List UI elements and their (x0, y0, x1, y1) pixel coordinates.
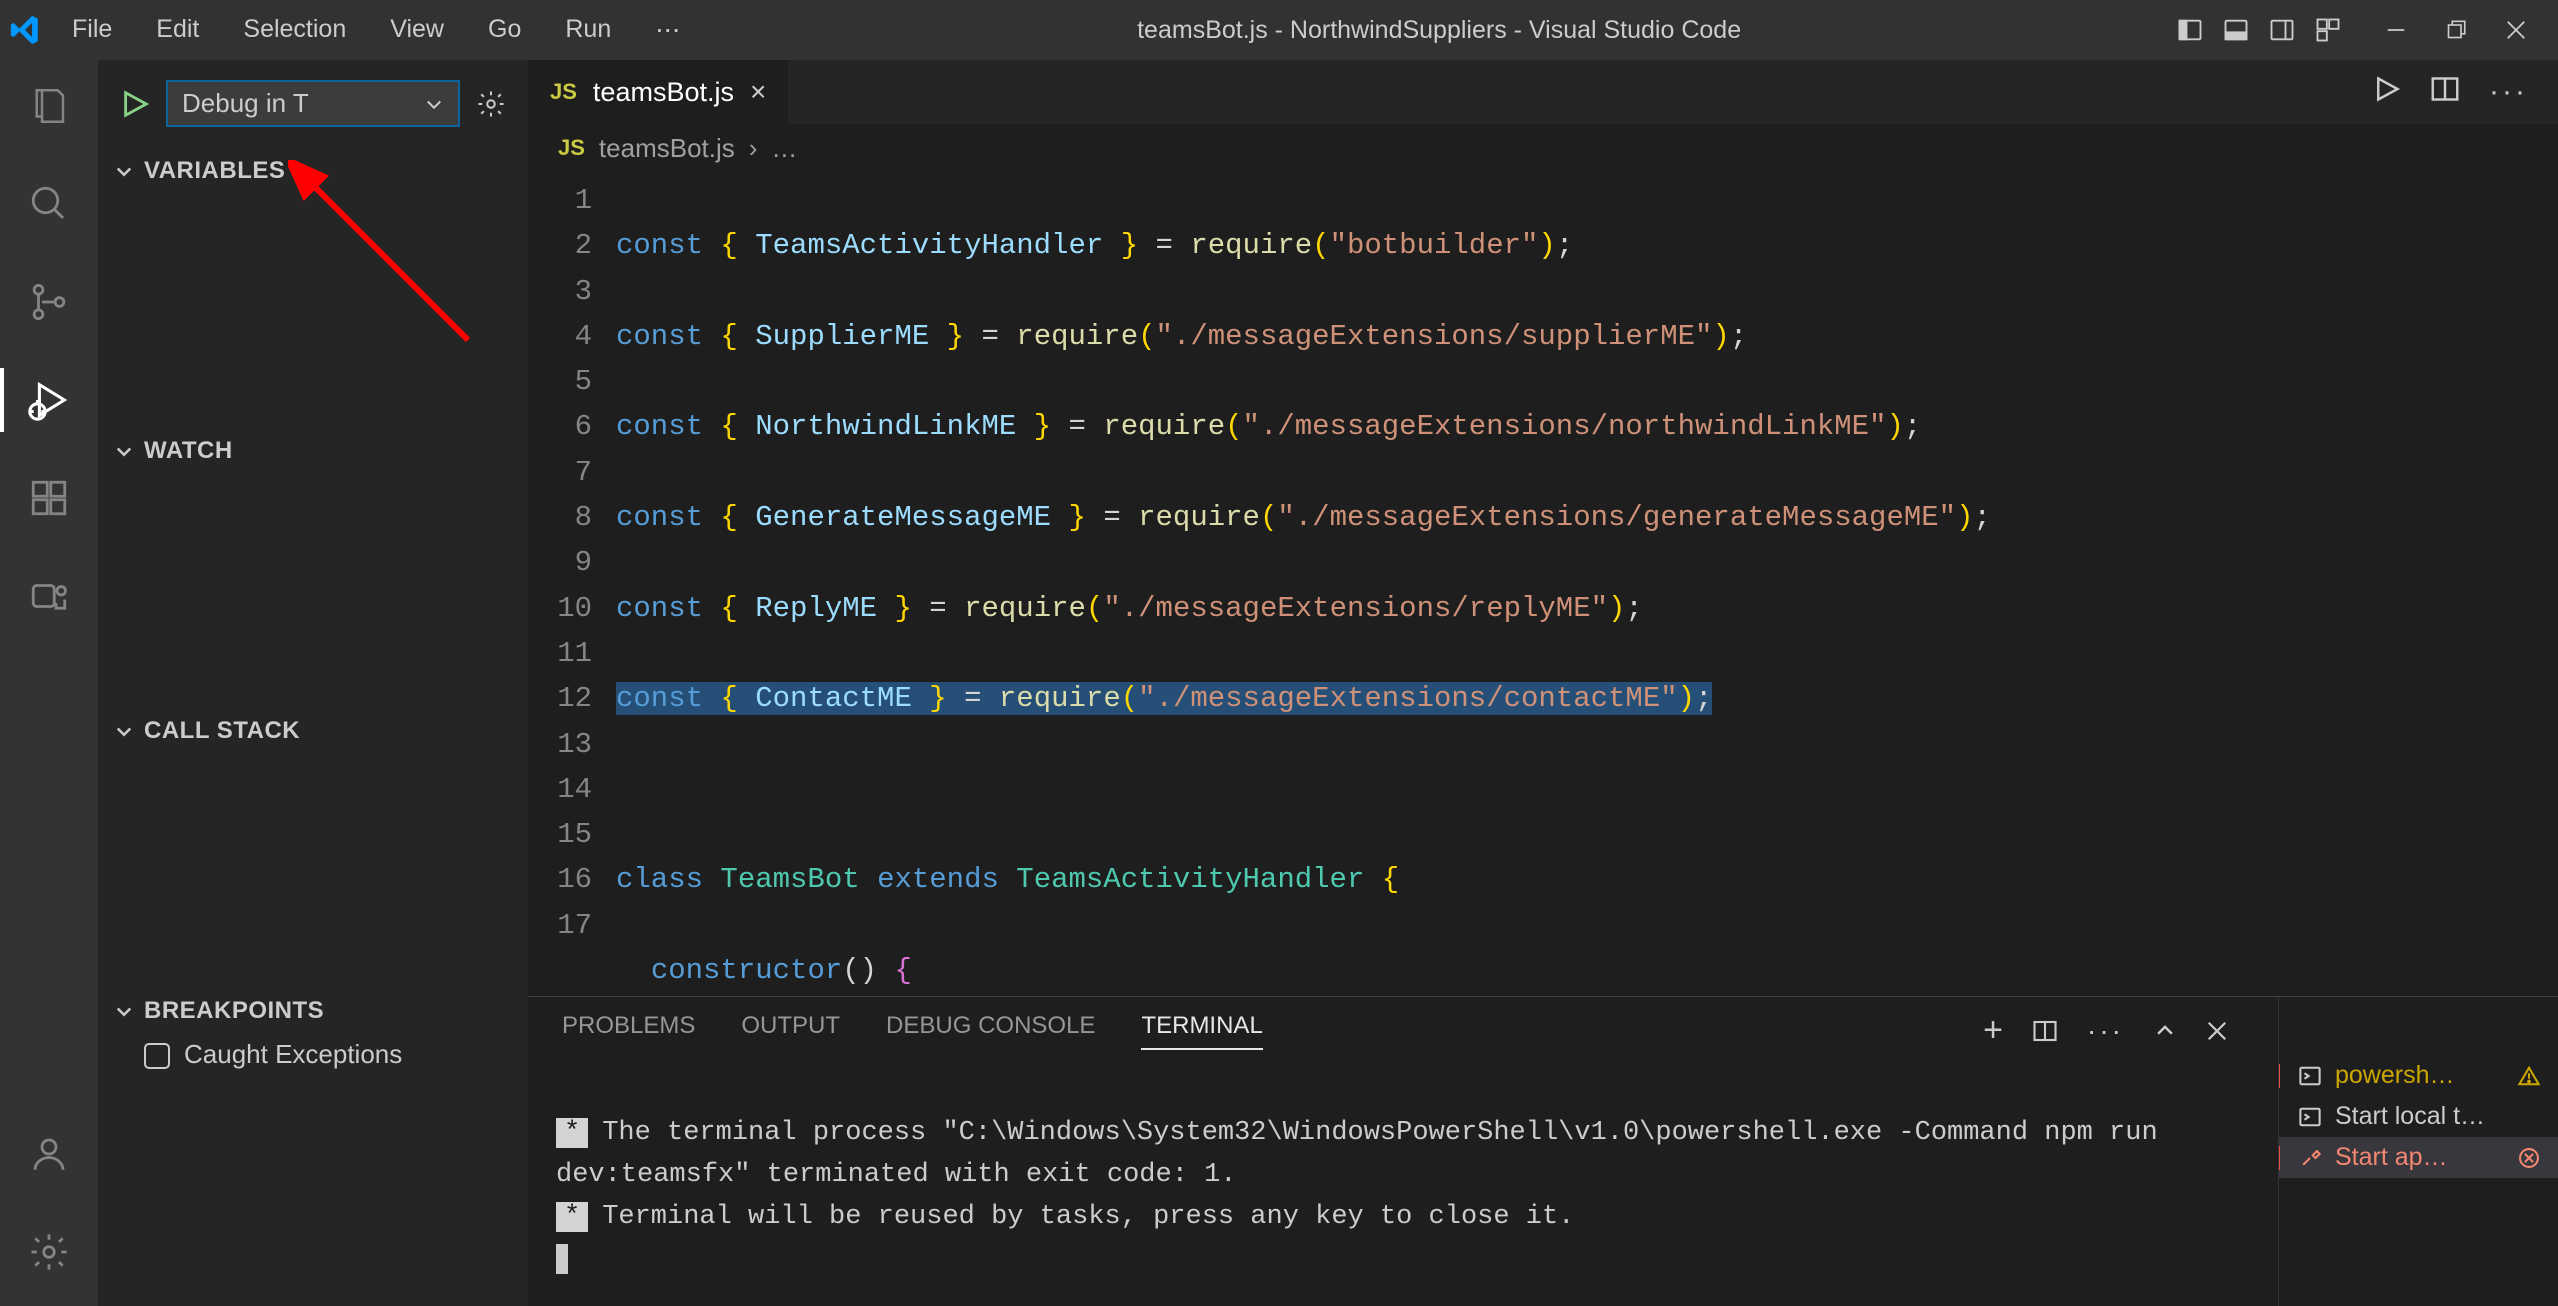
breadcrumb-file: teamsBot.js (599, 133, 735, 164)
layout-bottom-icon[interactable] (2222, 16, 2250, 44)
error-indicator-icon (2279, 1146, 2280, 1170)
accounts-icon[interactable] (25, 1130, 73, 1178)
panel-tab-terminal[interactable]: TERMINAL (1141, 1012, 1262, 1050)
activity-bar (0, 60, 98, 1306)
section-watch-label: WATCH (144, 437, 233, 465)
new-terminal-icon[interactable]: + (1983, 1011, 2003, 1050)
chevron-right-icon: › (749, 133, 758, 164)
section-breakpoints[interactable]: BREAKPOINTS Caught Exceptions (98, 987, 528, 1082)
section-variables[interactable]: VARIABLES (98, 147, 528, 195)
terminal-item-label: Start local t… (2335, 1102, 2485, 1131)
breadcrumb[interactable]: JS teamsBot.js › … (528, 124, 2558, 172)
debug-sidebar: Debug in T VARIABLES (98, 60, 528, 1306)
section-breakpoints-label: BREAKPOINTS (144, 997, 324, 1025)
terminal-item-label: powersh… (2335, 1061, 2455, 1090)
panel-tabs: PROBLEMS OUTPUT DEBUG CONSOLE TERMINAL +… (528, 997, 2278, 1050)
tab-label: teamsBot.js (593, 77, 734, 108)
menu-file[interactable]: File (50, 9, 134, 51)
panel-close-icon[interactable] (2206, 1020, 2228, 1042)
code-editor[interactable]: 1234567891011121314151617 const { TeamsA… (528, 172, 2558, 996)
terminal-item-label: Start ap… (2335, 1143, 2448, 1172)
extensions-icon[interactable] (25, 474, 73, 522)
menu-bar: File Edit Selection View Go Run ⋯ (50, 9, 702, 51)
panel-tab-output[interactable]: OUTPUT (741, 1012, 840, 1050)
layout-left-icon[interactable] (2176, 16, 2204, 44)
js-file-icon: JS (550, 79, 577, 105)
terminal-line-2: Terminal will be reused by tasks, press … (602, 1202, 1574, 1232)
terminal-more-icon[interactable]: ··· (2087, 1015, 2124, 1047)
chevron-down-icon (114, 1001, 134, 1021)
bottom-panel: PROBLEMS OUTPUT DEBUG CONSOLE TERMINAL +… (528, 996, 2558, 1306)
breadcrumb-trail: … (771, 133, 797, 164)
terminal-item-powershell[interactable]: powersh… (2279, 1055, 2558, 1096)
menu-selection[interactable]: Selection (221, 9, 368, 51)
section-callstack[interactable]: CALL STACK (98, 707, 528, 755)
editor-more-icon[interactable]: ··· (2489, 75, 2528, 109)
menu-edit[interactable]: Edit (134, 9, 221, 51)
tools-icon (2297, 1147, 2323, 1169)
chevron-down-icon (114, 721, 134, 741)
panel-tab-debug[interactable]: DEBUG CONSOLE (886, 1012, 1095, 1050)
line-gutter: 1234567891011121314151617 (528, 172, 616, 996)
menu-go[interactable]: Go (466, 9, 543, 51)
terminal-output[interactable]: *The terminal process "C:\Windows\System… (528, 1050, 2278, 1306)
minimize-icon[interactable] (2382, 16, 2410, 44)
section-callstack-label: CALL STACK (144, 717, 300, 745)
debug-settings-gear-icon[interactable] (476, 89, 506, 119)
panel-maximize-icon[interactable] (2154, 1020, 2176, 1042)
code-content[interactable]: const { TeamsActivityHandler } = require… (616, 172, 2558, 996)
panel-tab-problems[interactable]: PROBLEMS (562, 1012, 695, 1050)
menu-more[interactable]: ⋯ (633, 9, 702, 51)
terminal-item-start-app[interactable]: Start ap… (2279, 1137, 2558, 1178)
section-variables-label: VARIABLES (144, 157, 285, 185)
chevron-down-icon (114, 161, 134, 181)
run-config-header: Debug in T (98, 60, 528, 147)
chevron-down-icon (114, 441, 134, 461)
window-controls (2382, 16, 2558, 44)
error-icon (2518, 1147, 2540, 1169)
source-control-icon[interactable] (25, 278, 73, 326)
teams-toolkit-icon[interactable] (25, 572, 73, 620)
section-watch[interactable]: WATCH (98, 427, 528, 475)
menu-run[interactable]: Run (543, 9, 633, 51)
checkbox-icon[interactable] (144, 1043, 170, 1069)
terminal-item-start-local[interactable]: Start local t… (2279, 1096, 2558, 1137)
error-indicator-icon (2279, 1064, 2280, 1088)
editor-group: JS teamsBot.js × ··· JS teamsBot.js › … (528, 60, 2558, 1306)
layout-right-icon[interactable] (2268, 16, 2296, 44)
settings-gear-icon[interactable] (25, 1228, 73, 1276)
terminal-list: powersh… Start local t… Start ap… (2278, 997, 2558, 1306)
debug-config-label: Debug in T (182, 88, 309, 119)
chevron-down-icon (424, 94, 444, 114)
breakpoint-caught-label: Caught Exceptions (184, 1039, 402, 1069)
terminal-line-1: The terminal process "C:\Windows\System3… (556, 1118, 2174, 1190)
warning-icon (2518, 1065, 2540, 1087)
breakpoint-caught-exceptions[interactable]: Caught Exceptions (144, 1039, 510, 1070)
editor-tabs: JS teamsBot.js × ··· (528, 60, 2558, 124)
title-bar: File Edit Selection View Go Run ⋯ teamsB… (0, 0, 2558, 60)
run-debug-icon[interactable] (25, 376, 73, 424)
run-file-icon[interactable] (2373, 75, 2401, 109)
task-marker-icon: * (556, 1118, 588, 1148)
menu-view[interactable]: View (368, 9, 466, 51)
terminal-shell-icon (2297, 1065, 2323, 1087)
window-title: teamsBot.js - NorthwindSuppliers - Visua… (702, 16, 2176, 45)
split-editor-icon[interactable] (2431, 75, 2459, 109)
terminal-split-icon[interactable] (2033, 1019, 2057, 1043)
layout-controls (2176, 16, 2342, 44)
start-debug-icon[interactable] (120, 89, 150, 119)
vscode-logo-icon (0, 13, 50, 47)
explorer-icon[interactable] (25, 82, 73, 130)
layout-customize-icon[interactable] (2314, 16, 2342, 44)
close-icon[interactable] (2502, 16, 2530, 44)
maximize-icon[interactable] (2442, 16, 2470, 44)
search-icon[interactable] (25, 180, 73, 228)
terminal-shell-icon (2297, 1106, 2323, 1128)
tab-teamsbot[interactable]: JS teamsBot.js × (528, 60, 789, 124)
debug-config-dropdown[interactable]: Debug in T (166, 80, 460, 127)
js-file-icon: JS (558, 135, 585, 161)
task-marker-icon: * (556, 1202, 588, 1232)
tab-close-icon[interactable]: × (750, 76, 766, 108)
